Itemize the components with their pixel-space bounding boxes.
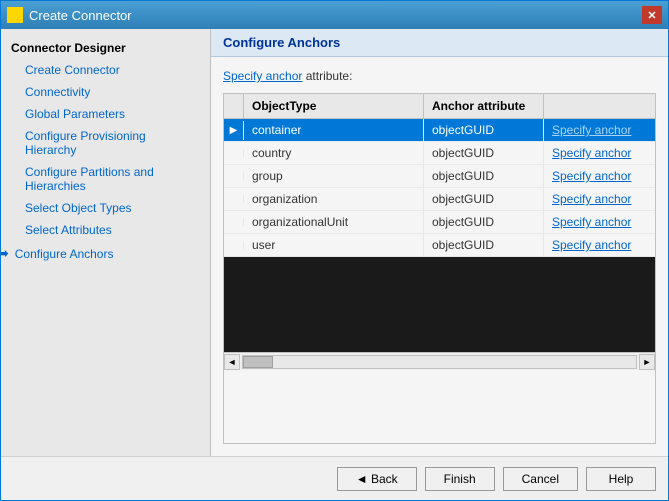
cell-objecttype-5: organizationalUnit (244, 211, 424, 233)
table-row[interactable]: organizationalUnit objectGUID Specify an… (224, 211, 655, 234)
back-button[interactable]: ◄ Back (337, 467, 417, 491)
row-selector-4 (224, 195, 244, 203)
sidebar-item-provisioning-hierarchy[interactable]: Configure Provisioning Hierarchy (1, 125, 210, 161)
main-window: Create Connector ✕ Connector Designer Cr… (0, 0, 669, 501)
app-icon (7, 7, 23, 23)
table-row[interactable]: group objectGUID Specify anchor (224, 165, 655, 188)
sidebar-item-select-object-types[interactable]: Select Object Types (1, 197, 210, 219)
sidebar: Connector Designer Create Connector Conn… (1, 29, 211, 456)
cell-anchor-1: objectGUID (424, 119, 544, 141)
cell-anchor-3: objectGUID (424, 165, 544, 187)
sidebar-header: Connector Designer (1, 37, 210, 59)
title-bar: Create Connector ✕ (1, 1, 668, 29)
table-row[interactable]: user objectGUID Specify anchor (224, 234, 655, 257)
black-area (224, 257, 655, 352)
cancel-button[interactable]: Cancel (503, 467, 578, 491)
content-area: Connector Designer Create Connector Conn… (1, 29, 668, 456)
sidebar-label-select-attributes: Select Attributes (25, 223, 112, 237)
sidebar-label-provisioning-hierarchy: Configure Provisioning Hierarchy (25, 129, 200, 157)
cell-action-6[interactable]: Specify anchor (544, 234, 655, 256)
row-selector-3 (224, 172, 244, 180)
anchor-description: Specify anchor attribute: (223, 69, 656, 83)
scroll-right-button[interactable]: ► (639, 354, 655, 370)
panel-content: Specify anchor attribute: ObjectType Anc… (211, 57, 668, 456)
col-header-objecttype: ObjectType (244, 94, 424, 118)
cell-anchor-5: objectGUID (424, 211, 544, 233)
finish-button[interactable]: Finish (425, 467, 495, 491)
help-button[interactable]: Help (586, 467, 656, 491)
footer: ◄ Back Finish Cancel Help (1, 456, 668, 500)
sidebar-item-partitions-hierarchies[interactable]: Configure Partitions and Hierarchies (1, 161, 210, 197)
table-row[interactable]: organization objectGUID Specify anchor (224, 188, 655, 211)
col-header-action (544, 94, 656, 118)
table-header: ObjectType Anchor attribute Locked (224, 94, 655, 119)
scrollbar-thumb[interactable] (243, 356, 273, 368)
sidebar-item-connectivity[interactable]: Connectivity (1, 81, 210, 103)
cell-anchor-2: objectGUID (424, 142, 544, 164)
sidebar-label-global-parameters: Global Parameters (25, 107, 125, 121)
close-button[interactable]: ✕ (642, 6, 662, 24)
row-selector-6 (224, 241, 244, 249)
row-selector-2 (224, 149, 244, 157)
table-body: ▶ container objectGUID Specify anchor co… (224, 119, 655, 352)
cell-objecttype-6: user (244, 234, 424, 256)
cell-action-3[interactable]: Specify anchor (544, 165, 655, 187)
sidebar-label-select-object-types: Select Object Types (25, 201, 132, 215)
row-selector-1: ▶ (224, 121, 244, 140)
title-bar-left: Create Connector (7, 7, 132, 23)
cell-objecttype-4: organization (244, 188, 424, 210)
anchor-table: ObjectType Anchor attribute Locked ▶ con… (223, 93, 656, 444)
col-header-indicator (224, 94, 244, 118)
specify-anchor-link[interactable]: Specify anchor (223, 69, 302, 83)
main-panel: Configure Anchors Specify anchor attribu… (211, 29, 668, 456)
cell-action-1[interactable]: Specify anchor (544, 119, 655, 141)
sidebar-item-configure-anchors[interactable]: ➡ Configure Anchors (1, 241, 210, 266)
table-row[interactable]: ▶ container objectGUID Specify anchor (224, 119, 655, 142)
anchor-description-suffix: attribute: (302, 69, 352, 83)
sidebar-label-configure-anchors: Configure Anchors (15, 247, 114, 261)
cell-action-2[interactable]: Specify anchor (544, 142, 655, 164)
cell-objecttype-2: country (244, 142, 424, 164)
title-bar-controls: ✕ (642, 6, 662, 24)
table-row[interactable]: country objectGUID Specify anchor (224, 142, 655, 165)
scrollbar-track[interactable] (242, 355, 637, 369)
sidebar-item-select-attributes[interactable]: Select Attributes (1, 219, 210, 241)
sidebar-item-create-connector[interactable]: Create Connector (1, 59, 210, 81)
current-item-arrow: ➡ (1, 245, 9, 262)
cell-objecttype-1: container (244, 119, 424, 141)
sidebar-label-create-connector: Create Connector (25, 63, 120, 77)
sidebar-label-partitions-hierarchies: Configure Partitions and Hierarchies (25, 165, 200, 193)
sidebar-label-connectivity: Connectivity (25, 85, 90, 99)
cell-action-5[interactable]: Specify anchor (544, 211, 655, 233)
window-title: Create Connector (29, 8, 132, 23)
cell-anchor-6: objectGUID (424, 234, 544, 256)
cell-anchor-4: objectGUID (424, 188, 544, 210)
horizontal-scrollbar[interactable]: ◄ ► (224, 352, 655, 370)
cell-objecttype-3: group (244, 165, 424, 187)
row-selector-5 (224, 218, 244, 226)
col-header-anchor: Anchor attribute (424, 94, 544, 118)
cell-action-4[interactable]: Specify anchor (544, 188, 655, 210)
sidebar-item-global-parameters[interactable]: Global Parameters (1, 103, 210, 125)
scroll-left-button[interactable]: ◄ (224, 354, 240, 370)
panel-header: Configure Anchors (211, 29, 668, 57)
